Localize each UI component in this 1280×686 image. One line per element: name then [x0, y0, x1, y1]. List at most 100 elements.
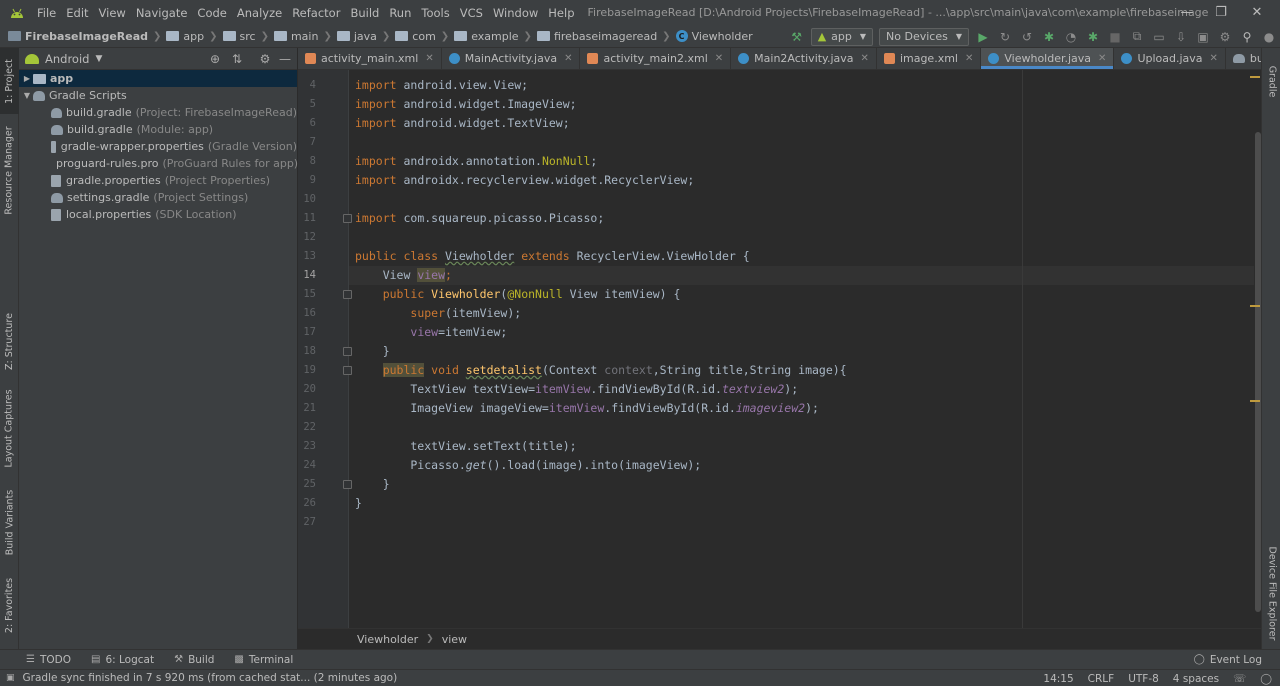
hammer-icon[interactable]: ⚒	[786, 26, 808, 48]
editor-tab[interactable]: activity_main.xml ✕	[298, 48, 442, 69]
code-line[interactable]: import com.squareup.picasso.Picasso;	[355, 209, 604, 228]
device-manager-icon[interactable]: ▣	[1192, 26, 1214, 48]
tree-item[interactable]: ▼ Gradle Scripts	[19, 87, 297, 104]
menu-file[interactable]: File	[32, 6, 61, 20]
tree-item[interactable]: settings.gradle (Project Settings)	[19, 189, 297, 206]
code-editor[interactable]: 4 5 6 7 8 9 10 11 12 13 14 15 16 17 18 19 20 21 22 23 24 25 26…	[298, 70, 1261, 628]
indent-setting[interactable]: 4 spaces	[1173, 673, 1219, 685]
line-number[interactable]: 8	[298, 155, 316, 167]
close-tab-icon[interactable]: ✕	[425, 53, 433, 64]
minimize-icon[interactable]: —	[1170, 0, 1204, 25]
menu-code[interactable]: Code	[192, 6, 231, 20]
line-number[interactable]: 18	[298, 345, 316, 357]
line-number[interactable]: 19	[298, 364, 316, 376]
breadcrumb-com[interactable]: com	[393, 30, 438, 43]
line-number[interactable]: 27	[298, 516, 316, 528]
breadcrumb-main[interactable]: main	[272, 30, 320, 43]
tool-tab-favorites[interactable]: 2: Favorites	[0, 572, 19, 638]
tree-item[interactable]: proguard-rules.pro (ProGuard Rules for ap…	[19, 155, 298, 172]
editor-tab[interactable]: Viewholder.java ✕	[981, 48, 1115, 69]
editor-tab[interactable]: build.gradle (:app)✕	[1226, 48, 1261, 69]
locate-icon[interactable]: ⊕	[207, 51, 223, 67]
tool-tab-build-variants[interactable]: Build Variants	[0, 484, 19, 560]
line-number[interactable]: 10	[298, 193, 316, 205]
tool-tab-project[interactable]: 1: Project	[0, 48, 19, 114]
menu-view[interactable]: View	[94, 6, 131, 20]
error-stripe-marker[interactable]	[1250, 400, 1260, 402]
tool-event-log[interactable]: ◯ Event Log	[1194, 654, 1262, 666]
line-number[interactable]: 14	[298, 269, 316, 281]
line-number[interactable]: 9	[298, 174, 316, 186]
code-line[interactable]: super(itemView);	[355, 304, 521, 323]
sync-project-icon[interactable]: ⧉	[1126, 26, 1148, 48]
close-tab-icon[interactable]: ✕	[861, 53, 869, 64]
caret-position[interactable]: 14:15	[1043, 673, 1073, 685]
code-line[interactable]: import android.widget.ImageView;	[355, 95, 577, 114]
collapse-icon[interactable]: ⇅	[229, 51, 245, 67]
avd-manager-icon[interactable]: ▭	[1148, 26, 1170, 48]
code-line[interactable]: public class Viewholder extends Recycler…	[355, 247, 750, 266]
fold-icon[interactable]	[343, 214, 352, 223]
chevron-down-icon[interactable]: ▼	[95, 54, 102, 64]
tool-tab-structure[interactable]: Z: Structure	[0, 306, 19, 376]
breadcrumb-src[interactable]: src	[221, 30, 258, 43]
close-tab-icon[interactable]: ✕	[1210, 53, 1218, 64]
error-stripe-marker[interactable]	[1250, 305, 1260, 307]
line-number[interactable]: 23	[298, 440, 316, 452]
code-line[interactable]: View view;	[355, 266, 452, 285]
tool-todo[interactable]: ☰ TODO	[26, 654, 71, 666]
search-icon[interactable]: ⚲	[1236, 26, 1258, 48]
assistant-icon[interactable]: ⚙	[1214, 26, 1236, 48]
tree-item[interactable]: ▶ app	[19, 70, 297, 87]
breadcrumb-project[interactable]: FirebaseImageRead	[6, 30, 150, 43]
tool-build[interactable]: ⚒ Build	[174, 654, 214, 666]
line-number[interactable]: 17	[298, 326, 316, 338]
line-number[interactable]: 15	[298, 288, 316, 300]
code-line[interactable]: }	[355, 342, 390, 361]
apply-changes-icon[interactable]: ↻	[994, 26, 1016, 48]
tree-item[interactable]: gradle-wrapper.properties (Gradle Version…	[19, 138, 297, 155]
tree-item[interactable]: local.properties (SDK Location)	[19, 206, 297, 223]
code-line[interactable]: public Viewholder(@NonNull View itemView…	[355, 285, 681, 304]
line-number[interactable]: 21	[298, 402, 316, 414]
line-number[interactable]: 7	[298, 136, 316, 148]
file-encoding[interactable]: UTF-8	[1128, 673, 1159, 685]
lock-icon[interactable]: ☏	[1233, 673, 1246, 685]
line-separator[interactable]: CRLF	[1088, 673, 1115, 685]
debug-icon[interactable]: ✱	[1038, 26, 1060, 48]
editor-tab[interactable]: Main2Activity.java ✕	[731, 48, 877, 69]
tree-item[interactable]: gradle.properties (Project Properties)	[19, 172, 297, 189]
editor-tab[interactable]: image.xml ✕	[877, 48, 982, 69]
line-number[interactable]: 22	[298, 421, 316, 433]
menu-run[interactable]: Run	[384, 6, 416, 20]
code-line[interactable]: public void setdetalist(Context context,…	[355, 361, 847, 380]
breadcrumb-field[interactable]: view	[442, 633, 467, 646]
tool-terminal[interactable]: ▩ Terminal	[234, 654, 293, 666]
editor-tab[interactable]: MainActivity.java ✕	[442, 48, 581, 69]
run-icon[interactable]: ▶	[972, 26, 994, 48]
breadcrumb-firebaseimageread[interactable]: firebaseimageread	[535, 30, 659, 43]
menu-navigate[interactable]: Navigate	[131, 6, 193, 20]
menu-refactor[interactable]: Refactor	[287, 6, 345, 20]
tool-tab-gradle[interactable]: Gradle	[1262, 56, 1280, 106]
hide-icon[interactable]: —	[277, 51, 293, 67]
breadcrumb-app[interactable]: app	[164, 30, 206, 43]
run-config-select[interactable]: ▲ app ▼	[810, 27, 874, 46]
line-number[interactable]: 6	[298, 117, 316, 129]
fold-icon[interactable]	[343, 480, 352, 489]
menu-analyze[interactable]: Analyze	[232, 6, 287, 20]
editor-scrollbar[interactable]	[1254, 70, 1261, 628]
code-line[interactable]: import androidx.annotation.NonNull;	[355, 152, 597, 171]
line-number[interactable]: 5	[298, 98, 316, 110]
tool-windows-icon[interactable]: ▣	[6, 673, 15, 683]
tool-logcat[interactable]: ▤ 6: Logcat	[91, 654, 154, 666]
code-line[interactable]: Picasso.get().load(image).into(imageView…	[355, 456, 701, 475]
stop-icon[interactable]: ■	[1104, 26, 1126, 48]
line-number[interactable]: 26	[298, 497, 316, 509]
code-line[interactable]: import android.view.View;	[355, 76, 528, 95]
code-line[interactable]: textView.setText(title);	[355, 437, 576, 456]
line-number[interactable]: 16	[298, 307, 316, 319]
close-tab-icon[interactable]: ✕	[564, 53, 572, 64]
tool-tab-layout-captures[interactable]: Layout Captures	[0, 384, 19, 472]
tree-item[interactable]: build.gradle (Project: FirebaseImageRead)	[19, 104, 297, 121]
